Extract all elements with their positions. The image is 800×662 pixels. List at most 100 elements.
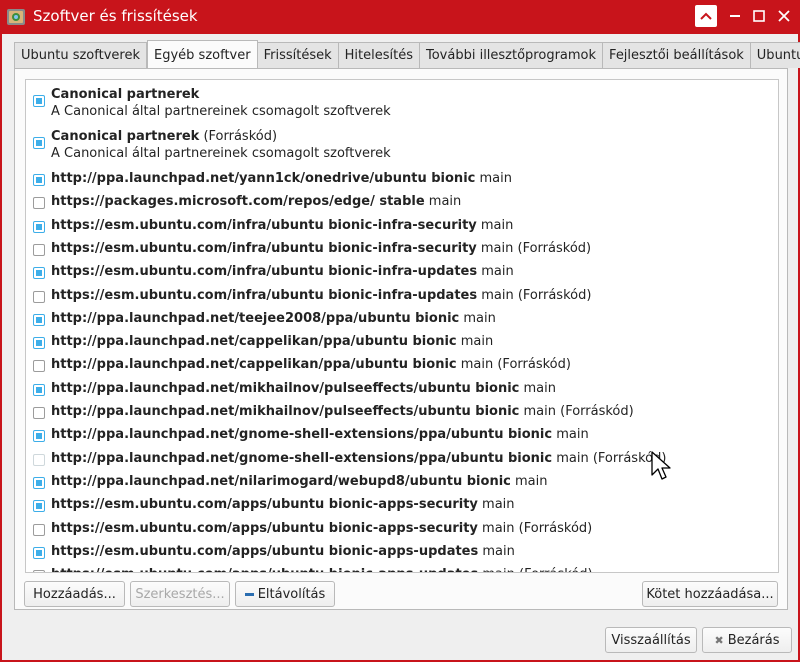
add-button[interactable]: Hozzáadás... [24,581,125,607]
source-row[interactable]: https://esm.ubuntu.com/apps/ubuntu bioni… [26,565,778,572]
source-checkbox[interactable] [33,430,45,443]
source-label: https://esm.ubuntu.com/infra/ubuntu bion… [51,264,514,279]
source-row[interactable]: https://esm.ubuntu.com/infra/ubuntu bion… [26,286,778,309]
tab-developer-options[interactable]: Fejlesztői beállítások [603,42,751,68]
source-checkbox[interactable] [33,383,45,396]
source-checkbox[interactable] [33,243,45,256]
source-components: main (Forráskód) [519,404,634,419]
source-label: http://ppa.launchpad.net/cappelikan/ppa/… [51,334,493,349]
source-description: A Canonical által partnereinek csomagolt… [51,146,391,161]
tab-additional-drivers[interactable]: További illesztőprogramok [419,42,604,68]
source-checkbox[interactable] [33,500,45,513]
source-components: main [552,427,589,443]
chevron-up-icon [700,12,712,20]
source-components: main (Forráskód) [478,567,592,572]
source-checkbox[interactable] [33,337,45,350]
source-row[interactable]: https://esm.ubuntu.com/apps/ubuntu bioni… [26,519,778,542]
titlebar[interactable]: Szoftver és frissítések [0,0,800,34]
source-checkbox[interactable] [33,570,45,572]
source-checkbox[interactable] [33,407,45,419]
source-uri: http://ppa.launchpad.net/cappelikan/ppa/… [51,357,457,373]
source-row[interactable]: https://esm.ubuntu.com/apps/ubuntu bioni… [26,542,778,565]
window: Szoftver és frissítések Ubuntu szoftvere… [0,0,800,662]
source-row[interactable]: http://ppa.launchpad.net/mikhailnov/puls… [26,379,778,402]
window-title: Szoftver és frissítések [33,7,198,25]
source-checkbox[interactable] [33,313,45,326]
close-window-button[interactable] [773,5,795,27]
source-row[interactable]: https://esm.ubuntu.com/infra/ubuntu bion… [26,239,778,262]
minimize-button[interactable] [724,5,746,27]
source-checkbox[interactable] [33,453,45,466]
add-volume-button[interactable]: Kötet hozzáadása... [642,581,778,607]
source-uri: https://packages.microsoft.com/repos/edg… [51,194,425,210]
source-label: http://ppa.launchpad.net/nilarimogard/we… [51,474,547,489]
help-button[interactable] [695,5,717,27]
source-checkbox[interactable] [33,476,45,489]
source-uri: https://esm.ubuntu.com/apps/ubuntu bioni… [51,543,479,559]
source-uri: Canonical partnerek [51,87,200,102]
source-label: https://esm.ubuntu.com/infra/ubuntu bion… [51,288,591,303]
sources-list[interactable]: Canonical partnerek A Canonical által par… [25,79,779,573]
source-checkbox[interactable] [33,360,45,373]
tab-ubuntu-pro[interactable]: Ubuntu Pro [750,42,800,68]
source-checkbox[interactable] [33,174,45,186]
source-components: main [459,310,496,326]
source-uri: http://ppa.launchpad.net/mikhailnov/puls… [51,380,520,396]
source-uri: http://ppa.launchpad.net/cappelikan/ppa/… [51,334,457,350]
source-uri: https://esm.ubuntu.com/apps/ubuntu bioni… [51,567,478,572]
source-uri: http://ppa.launchpad.net/yann1ck/onedriv… [51,171,476,186]
mouse-pointer-icon [651,451,671,480]
source-label: http://ppa.launchpad.net/gnome-shell-ext… [51,451,666,466]
source-components: main [476,217,514,233]
tab-other-software[interactable]: Egyéb szoftver [147,40,258,69]
source-row[interactable]: https://esm.ubuntu.com/infra/ubuntu bion… [26,216,778,239]
source-row[interactable]: http://ppa.launchpad.net/gnome-shell-ext… [26,425,778,448]
revert-button[interactable]: Visszaállítás [605,627,697,653]
source-checkbox[interactable] [33,290,45,303]
source-checkbox[interactable] [33,137,45,149]
source-label: https://esm.ubuntu.com/infra/ubuntu bion… [51,218,513,233]
source-checkbox[interactable] [33,546,45,559]
source-uri: http://ppa.launchpad.net/mikhailnov/puls… [51,404,520,419]
source-components: main [477,264,514,280]
source-uri: Canonical partnerek [51,129,200,144]
close-button[interactable]: ✖ Bezárás [702,627,792,653]
source-components: main (Forráskód) [552,450,667,466]
source-row[interactable]: Canonical partnerek A Canonical által par… [26,85,778,125]
source-row[interactable]: Canonical partnerek (Forráskód) A Canonic… [26,127,778,167]
source-checkbox[interactable] [33,523,45,536]
tab-authentication[interactable]: Hitelesítés [338,42,420,68]
source-label: http://ppa.launchpad.net/mikhailnov/puls… [51,381,556,396]
source-uri: http://ppa.launchpad.net/gnome-shell-ext… [51,427,553,443]
source-row[interactable]: https://packages.microsoft.com/repos/edg… [26,192,778,215]
edit-button[interactable]: Szerkesztés... [130,581,230,607]
source-row[interactable]: https://esm.ubuntu.com/infra/ubuntu bion… [26,262,778,285]
source-components: (Forráskód) [199,129,278,144]
source-row[interactable]: http://ppa.launchpad.net/teejee2008/ppa/… [26,309,778,332]
maximize-button[interactable] [748,5,770,27]
source-checkbox[interactable] [33,95,45,107]
close-button-label: Bezárás [727,632,780,648]
source-row[interactable]: http://ppa.launchpad.net/cappelikan/ppa/… [26,355,778,378]
source-label: Canonical partnerek [51,87,199,102]
source-row[interactable]: https://esm.ubuntu.com/apps/ubuntu bioni… [26,495,778,518]
source-checkbox[interactable] [33,267,45,280]
tab-bar: Ubuntu szoftverek Egyéb szoftver Frissít… [14,40,800,69]
close-icon: ✖ [714,633,724,647]
source-row[interactable]: http://ppa.launchpad.net/mikhailnov/puls… [26,402,778,425]
source-label: http://ppa.launchpad.net/yann1ck/onedriv… [51,171,512,186]
source-checkbox[interactable] [33,197,45,210]
source-uri: https://esm.ubuntu.com/infra/ubuntu bion… [51,240,477,256]
source-components: main [456,334,494,350]
source-components: main (Forráskód) [476,240,592,256]
source-label: https://esm.ubuntu.com/infra/ubuntu bion… [51,241,591,256]
source-checkbox[interactable] [33,220,45,233]
source-row[interactable]: http://ppa.launchpad.net/yann1ck/onedriv… [26,169,778,192]
tab-updates[interactable]: Frissítések [257,42,339,68]
source-components: main [519,380,557,396]
source-label: http://ppa.launchpad.net/mikhailnov/puls… [51,404,634,419]
source-row[interactable]: http://ppa.launchpad.net/cappelikan/ppa/… [26,332,778,355]
remove-button[interactable]: Eltávolítás [235,581,335,607]
tab-ubuntu-software[interactable]: Ubuntu szoftverek [14,42,147,68]
source-uri: https://esm.ubuntu.com/infra/ubuntu bion… [51,217,477,233]
